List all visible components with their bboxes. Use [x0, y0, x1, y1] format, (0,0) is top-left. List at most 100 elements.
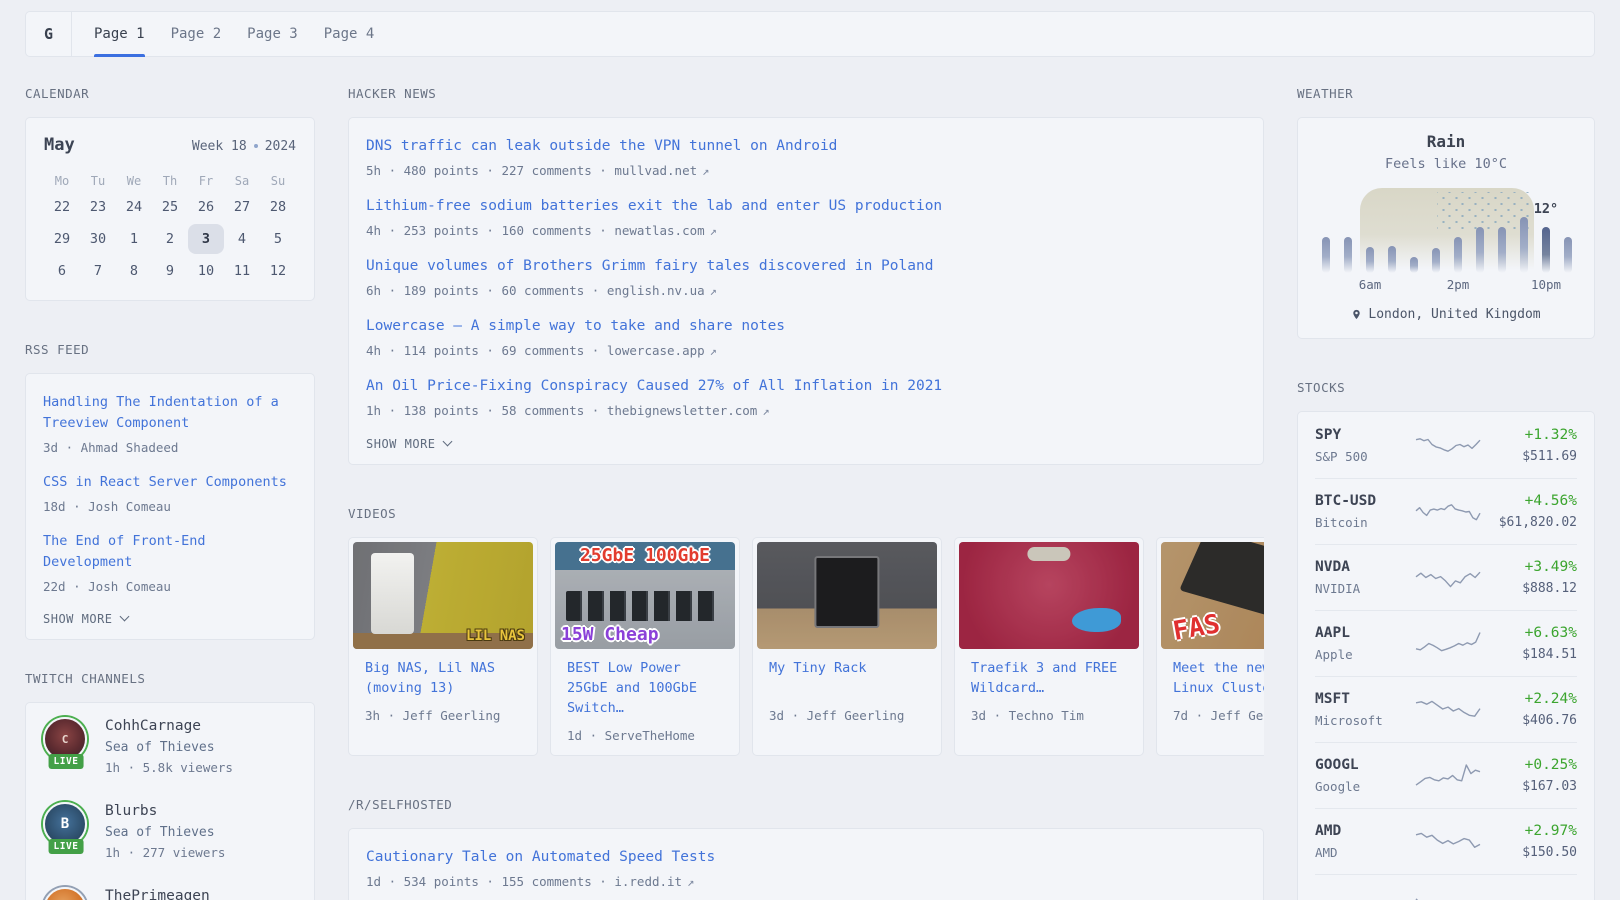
- meta-text: 4h · 114 points · 69 comments · lowercas…: [366, 343, 705, 358]
- rss-title-link[interactable]: CSS in React Server Components: [43, 472, 297, 493]
- twitch-channel-info: ThePrimeagen: [105, 887, 210, 900]
- current-temperature-label: 12°: [1534, 201, 1558, 217]
- page-tabs: Page 1 Page 2 Page 3 Page 4: [72, 12, 374, 56]
- hackernews-title-link[interactable]: Lowercase – A simple way to take and sha…: [366, 316, 1246, 337]
- tab-page-4[interactable]: Page 4: [324, 12, 375, 56]
- stock-row[interactable]: NVDANVIDIA+3.49%$888.12: [1315, 544, 1577, 610]
- calendar-week-label: Week 182024: [192, 139, 296, 154]
- stock-name: NVIDIA: [1315, 581, 1415, 597]
- section-title-selfhosted: /R/SELFHOSTED: [348, 796, 1264, 814]
- twitch-channel-row: CLIVECohhCarnageSea of Thieves1h · 5.8k …: [43, 717, 297, 776]
- stock-identity: AAPLApple: [1315, 624, 1415, 663]
- video-thumbnail[interactable]: 25GbE 100GbE15W Cheap: [555, 542, 735, 649]
- rss-meta: 22d · Josh Comeau: [43, 578, 297, 595]
- twitch-channel-info: CohhCarnageSea of Thieves1h · 5.8k viewe…: [105, 717, 233, 776]
- rain-dots-pattern: [1437, 192, 1529, 231]
- rss-title-link[interactable]: Handling The Indentation of a Treeview C…: [43, 392, 297, 434]
- calendar-day: 29: [44, 224, 80, 254]
- calendar-weekday-row: MoTuWeThFrSaSu: [44, 174, 296, 188]
- calendar-day: 28: [260, 192, 296, 222]
- stock-price: $150.50: [1481, 845, 1577, 861]
- video-card: Traefik 3 and FREE Wildcard…3d · Techno …: [954, 537, 1144, 756]
- stock-price: $184.51: [1481, 647, 1577, 663]
- calendar-day: 8: [116, 256, 152, 286]
- stock-name: S&P 500: [1315, 449, 1415, 465]
- stock-sparkline: [1415, 761, 1481, 791]
- stock-change: +4.56%: [1481, 492, 1577, 510]
- twitch-channel-info: BlurbsSea of Thieves1h · 277 viewers: [105, 802, 225, 861]
- video-title-link[interactable]: Traefik 3 and FREE Wildcard…: [971, 658, 1127, 698]
- twitch-avatar[interactable]: [43, 887, 87, 900]
- weather-bar: [1564, 237, 1572, 273]
- stock-row[interactable]: MSFTMicrosoft+2.24%$406.76: [1315, 676, 1577, 742]
- videos-section: VIDEOS LIL NAS Big NAS, Lil NAS (moving 1…: [348, 505, 1264, 756]
- rss-item: Handling The Indentation of a Treeview C…: [43, 392, 297, 456]
- twitch-meta: 1h · 277 viewers: [105, 844, 225, 861]
- section-title-rss: RSS FEED: [25, 341, 315, 359]
- weather-bar: [1432, 248, 1440, 273]
- stock-row[interactable]: AAPLApple +6.63% $184.51: [1315, 610, 1577, 676]
- weather-time-axis: 6am2pm10pm: [1315, 277, 1579, 293]
- weather-bar-current: [1542, 227, 1550, 273]
- rss-show-more-button[interactable]: SHOW MORE: [43, 611, 297, 627]
- stock-row[interactable]: SPYS&P 500+1.32%$511.69: [1315, 412, 1577, 478]
- video-thumbnail[interactable]: FAS: [1161, 542, 1264, 649]
- hackernews-title-link[interactable]: Unique volumes of Brothers Grimm fairy t…: [366, 256, 1246, 277]
- hackernews-card: DNS traffic can leak outside the VPN tun…: [348, 117, 1264, 465]
- video-card-body: My Tiny Rack3d · Jeff Geerling: [757, 649, 937, 723]
- stock-sparkline: [1415, 629, 1481, 659]
- twitch-channel-name[interactable]: CohhCarnage: [105, 717, 233, 735]
- tab-page-3[interactable]: Page 3: [247, 12, 298, 56]
- video-card-body: BEST Low Power 25GbE and 100GbE Switch…1…: [555, 649, 735, 743]
- hackernews-list: DNS traffic can leak outside the VPN tun…: [366, 136, 1246, 420]
- hackernews-show-more-button[interactable]: SHOW MORE: [366, 436, 1246, 452]
- stock-quote: +2.97%$150.50: [1481, 822, 1577, 861]
- external-link-icon: ↗: [762, 404, 769, 418]
- tab-page-1[interactable]: Page 1: [94, 12, 145, 56]
- video-title-link[interactable]: Meet the new Linux Cluster…: [1173, 658, 1264, 698]
- section-title-videos: VIDEOS: [348, 505, 1264, 523]
- section-title-twitch: TWITCH CHANNELS: [25, 670, 315, 688]
- calendar-day: 22: [44, 192, 80, 222]
- video-title-link[interactable]: My Tiny Rack: [769, 658, 925, 698]
- stock-row[interactable]: AMDAMD+2.97%$150.50: [1315, 808, 1577, 874]
- hackernews-title-link[interactable]: An Oil Price-Fixing Conspiracy Caused 27…: [366, 376, 1246, 397]
- video-thumbnail[interactable]: LIL NAS: [353, 542, 533, 649]
- stock-symbol: SPY: [1315, 426, 1415, 444]
- calendar-day: 9: [152, 256, 188, 286]
- calendar-day-selected: 3: [188, 224, 224, 254]
- twitch-channel-name[interactable]: ThePrimeagen: [105, 887, 210, 900]
- video-thumbnail[interactable]: [757, 542, 937, 649]
- hackernews-title-link[interactable]: Lithium-free sodium batteries exit the l…: [366, 196, 1246, 217]
- hackernews-title-link[interactable]: DNS traffic can leak outside the VPN tun…: [366, 136, 1246, 157]
- stock-identity: GOOGLGoogle: [1315, 756, 1415, 795]
- thumbnail-text: 25GbE 100GbE: [555, 545, 735, 566]
- stock-change: +6.63%: [1481, 624, 1577, 642]
- logo[interactable]: G: [26, 12, 72, 56]
- external-link-icon: ↗: [687, 875, 694, 889]
- calendar-weekday: We: [127, 174, 141, 188]
- rss-meta: 3d · Ahmad Shadeed: [43, 439, 297, 456]
- stock-row[interactable]: GOOGLGoogle+0.25%$167.03: [1315, 742, 1577, 808]
- video-thumbnail[interactable]: [959, 542, 1139, 649]
- twitch-avatar-wrap: BLIVE: [43, 802, 89, 854]
- meta-text: 4h · 253 points · 160 comments · newatla…: [366, 223, 705, 238]
- stock-row[interactable]: BTC-USDBitcoin+4.56%$61,820.02: [1315, 478, 1577, 544]
- stock-row[interactable]: RDDT-1.59%: [1315, 874, 1577, 900]
- calendar-weekday: Su: [271, 174, 285, 188]
- selfhosted-title-link[interactable]: Cautionary Tale on Automated Speed Tests: [366, 847, 1246, 868]
- calendar-day: 1: [116, 224, 152, 254]
- video-title-link[interactable]: Big NAS, Lil NAS (moving 13): [365, 658, 521, 698]
- selfhosted-card: Cautionary Tale on Automated Speed Tests…: [348, 828, 1264, 900]
- calendar-day: 4: [224, 224, 260, 254]
- twitch-channel-name[interactable]: Blurbs: [105, 802, 225, 820]
- stock-sparkline: [1415, 497, 1481, 527]
- calendar-day: 30: [80, 224, 116, 254]
- rss-title-link[interactable]: The End of Front-End Development: [43, 531, 297, 573]
- section-title-calendar: CALENDAR: [25, 85, 315, 103]
- video-title-link[interactable]: BEST Low Power 25GbE and 100GbE Switch…: [567, 658, 723, 718]
- tab-page-2[interactable]: Page 2: [171, 12, 222, 56]
- hackernews-item: Lowercase – A simple way to take and sha…: [366, 316, 1246, 360]
- weather-bar: [1322, 237, 1330, 273]
- stock-price: $888.12: [1481, 581, 1577, 597]
